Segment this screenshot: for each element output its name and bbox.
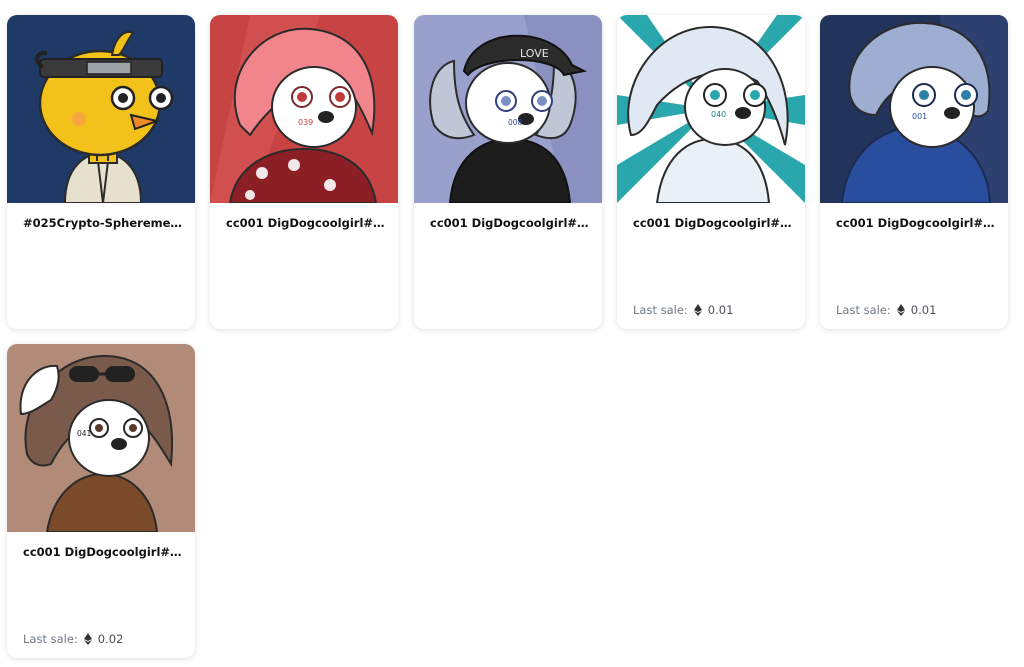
last-sale: Last sale: 0.01 [836, 303, 936, 317]
last-sale-label: Last sale: [836, 303, 891, 317]
svg-text:039: 039 [298, 118, 313, 127]
nft-image[interactable]: 001 [820, 15, 1008, 203]
last-sale-label: Last sale: [633, 303, 688, 317]
nft-card[interactable]: LOVE 008 cc001 DigDogcoolgirl#0... [414, 15, 602, 329]
last-sale-price: 0.01 [707, 303, 734, 317]
svg-text:041: 041 [77, 429, 92, 438]
nft-image[interactable]: 040 [617, 15, 805, 203]
svg-text:008: 008 [508, 118, 523, 127]
nft-title[interactable]: cc001 DigDogcoolgirl#0... [633, 216, 793, 230]
last-sale-label: Last sale: [23, 632, 78, 646]
svg-text:040: 040 [711, 110, 726, 119]
nft-title[interactable]: cc001 DigDogcoolgirl#001 [836, 216, 996, 230]
pink-hair-dog-girl-art-icon: 039 [210, 15, 398, 203]
nft-card[interactable]: 041 cc001 DigDogcoolgirl#041 Last sale: … [7, 344, 195, 658]
last-sale: Last sale: 0.02 [23, 632, 123, 646]
nft-image[interactable]: LOVE 008 [414, 15, 602, 203]
nft-card[interactable]: 039 cc001 DigDogcoolgirl#001 [210, 15, 398, 329]
teal-ray-dog-girl-art-icon: 040 [617, 15, 805, 203]
love-cap-dog-girl-art-icon: LOVE 008 [414, 15, 602, 203]
ethereum-icon [896, 304, 905, 316]
last-sale-price: 0.01 [910, 303, 937, 317]
nft-card[interactable]: #025Crypto-Sphereme... [7, 15, 195, 329]
nft-title[interactable]: cc001 DigDogcoolgirl#001 [226, 216, 386, 230]
svg-text:LOVE: LOVE [520, 47, 549, 60]
nft-image[interactable]: 039 [210, 15, 398, 203]
nft-title[interactable]: #025Crypto-Sphereme... [23, 216, 183, 230]
last-sale-price: 0.02 [97, 632, 124, 646]
yellow-chick-art-icon [7, 15, 195, 203]
ethereum-icon [693, 304, 702, 316]
nft-card[interactable]: 001 cc001 DigDogcoolgirl#001 Last sale: … [820, 15, 1008, 329]
navy-hoodie-dog-girl-art-icon: 001 [820, 15, 1008, 203]
nft-image[interactable] [7, 15, 195, 203]
sunglasses-dog-girl-art-icon: 041 [7, 344, 195, 532]
nft-title[interactable]: cc001 DigDogcoolgirl#0... [430, 216, 590, 230]
last-sale: Last sale: 0.01 [633, 303, 733, 317]
svg-text:001: 001 [912, 112, 927, 121]
ethereum-icon [83, 633, 92, 645]
nft-title[interactable]: cc001 DigDogcoolgirl#041 [23, 545, 183, 559]
nft-grid: #025Crypto-Sphereme... 039 cc001 DigDogc… [0, 0, 1024, 667]
nft-card[interactable]: 040 cc001 DigDogcoolgirl#0... Last sale:… [617, 15, 805, 329]
nft-image[interactable]: 041 [7, 344, 195, 532]
